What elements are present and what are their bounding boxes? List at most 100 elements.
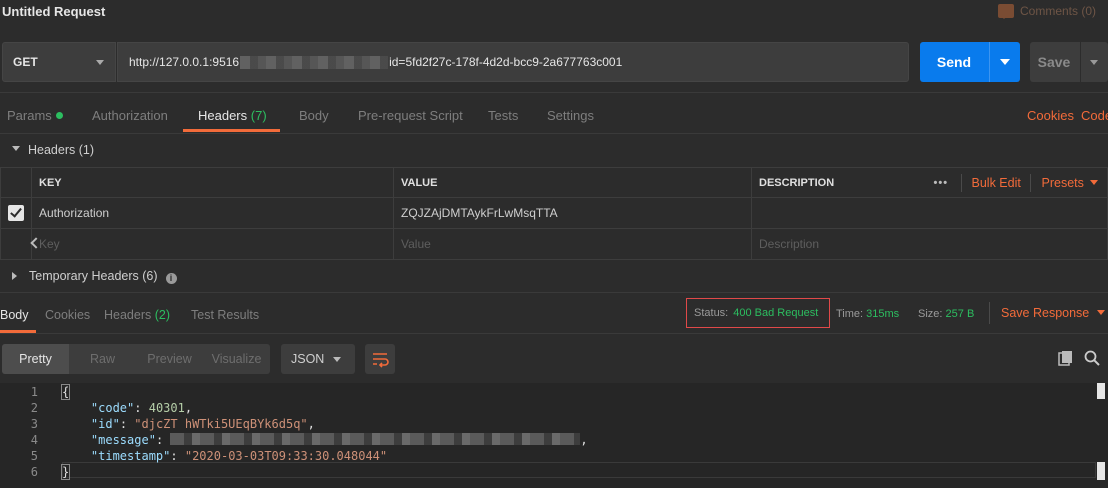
- tab-count: (7): [250, 108, 267, 123]
- language-label: JSON: [291, 352, 325, 366]
- chevron-down-icon: [333, 357, 341, 366]
- response-tab-cookies[interactable]: Cookies: [45, 308, 90, 322]
- tab-authorization[interactable]: Authorization: [92, 108, 168, 123]
- tab-settings[interactable]: Settings: [547, 108, 594, 123]
- caret-right-icon: [12, 272, 21, 280]
- mode-pretty[interactable]: Pretty: [2, 344, 69, 374]
- url-prefix: http://127.0.0.1:9516: [129, 55, 240, 69]
- response-body-editor[interactable]: 1 2 3 4 5 6 { "code": 40301, "id": "djcZ…: [0, 383, 1108, 488]
- active-tab-indicator: [183, 129, 280, 132]
- temporary-headers-toggle[interactable]: Temporary Headers (6) i: [12, 269, 177, 284]
- tab-pre-request-script[interactable]: Pre-request Script: [358, 108, 463, 123]
- new-description-input[interactable]: Description: [751, 228, 1108, 260]
- row-checkbox-cell: [0, 197, 32, 229]
- header-enabled-checkbox[interactable]: [8, 205, 24, 221]
- tab-label: Test Results: [191, 308, 260, 322]
- json-value: "djcZT hWTki5UEqBYk6d5q": [134, 417, 308, 431]
- response-tab-body[interactable]: Body: [0, 308, 29, 322]
- size-label: Size:: [918, 308, 943, 320]
- new-value-input[interactable]: Value: [393, 228, 752, 260]
- line-number: 1: [30, 385, 38, 399]
- scrollbar-thumb[interactable]: [1097, 462, 1105, 480]
- comment-icon: [997, 4, 1014, 19]
- tab-label: Tests: [488, 108, 519, 123]
- chevron-down-icon: [1097, 310, 1106, 319]
- wrap-lines-button[interactable]: [365, 344, 395, 374]
- json-key: "id": [90, 417, 120, 431]
- table-row-empty: Key Value Description: [0, 228, 1108, 260]
- comments-label: Comments (0): [1019, 4, 1096, 18]
- response-tab-test-results[interactable]: Test Results: [191, 308, 259, 322]
- json-value: 40301: [148, 401, 185, 415]
- save-response-dropdown[interactable]: Save Response: [1001, 306, 1106, 320]
- table-row: Authorization ZQJZAjDMTAykFrLwMsqTTA: [0, 197, 1108, 229]
- divider: [0, 133, 1108, 134]
- url-input[interactable]: http://127.0.0.1:9516 id=5fd2f27c-178f-4…: [117, 42, 909, 82]
- json-key: "timestamp": [90, 449, 171, 463]
- tab-label: Params: [7, 108, 52, 123]
- line-number: 4: [30, 433, 38, 447]
- response-size[interactable]: Size: 257 B: [918, 308, 974, 320]
- status-value[interactable]: 400 Bad Request: [733, 307, 818, 319]
- description-column-header: DESCRIPTION ••• Bulk Edit Presets: [751, 167, 1108, 198]
- line-number: 2: [30, 401, 38, 415]
- method-label: GET: [13, 55, 38, 69]
- tab-params[interactable]: Params: [7, 108, 63, 123]
- headers-section-toggle[interactable]: Headers (1): [12, 143, 94, 157]
- info-icon[interactable]: i: [165, 273, 177, 284]
- save-button[interactable]: Save: [1030, 42, 1078, 82]
- code-link[interactable]: Code: [1081, 108, 1108, 123]
- json-key: "code": [90, 401, 135, 415]
- response-tab-headers[interactable]: Headers (2): [104, 308, 170, 322]
- bulk-edit-button[interactable]: Bulk Edit: [972, 176, 1021, 190]
- cookies-link[interactable]: Cookies: [1027, 108, 1074, 123]
- presets-dropdown[interactable]: Presets: [1042, 176, 1099, 190]
- save-button-group: Save: [1030, 42, 1108, 82]
- request-title[interactable]: Untitled Request: [2, 4, 105, 19]
- line-number: 5: [30, 449, 38, 463]
- more-options-icon[interactable]: •••: [934, 177, 949, 189]
- copy-icon[interactable]: [1058, 350, 1074, 366]
- language-select[interactable]: JSON: [281, 344, 355, 374]
- headers-table: KEY VALUE DESCRIPTION ••• Bulk Edit Pres…: [0, 167, 1108, 260]
- value-column-header: VALUE: [393, 167, 752, 198]
- tab-body[interactable]: Body: [299, 108, 329, 123]
- header-value-cell[interactable]: ZQJZAjDMTAykFrLwMsqTTA: [393, 197, 752, 229]
- presets-label: Presets: [1041, 175, 1084, 190]
- new-key-input[interactable]: Key: [31, 228, 394, 260]
- save-options-chevron-icon[interactable]: [1090, 60, 1098, 69]
- temporary-headers-title: Temporary Headers (6): [29, 269, 158, 283]
- tab-count: (2): [154, 308, 171, 322]
- key-column-header: KEY: [31, 167, 394, 198]
- divider: [960, 173, 962, 192]
- send-button[interactable]: Send: [920, 42, 988, 82]
- send-button-group: Send: [920, 42, 1020, 82]
- comments-button[interactable]: Comments (0): [997, 4, 1096, 19]
- tab-headers[interactable]: Headers (7): [198, 108, 267, 123]
- redacted-message: [170, 433, 581, 445]
- wrap-icon: [373, 353, 389, 368]
- response-time[interactable]: Time: 315ms: [836, 308, 899, 320]
- scrollbar-thumb[interactable]: [1097, 383, 1105, 399]
- tab-label: Body: [0, 308, 29, 322]
- tab-label: Headers: [198, 108, 248, 123]
- line-number: 6: [30, 465, 38, 479]
- header-key-cell[interactable]: Authorization: [31, 197, 394, 229]
- json-value: "2020-03-03T09:33:30.048044": [184, 449, 388, 463]
- method-select[interactable]: GET: [2, 42, 116, 82]
- code-brace: }: [60, 464, 71, 480]
- caret-down-icon: [12, 146, 20, 155]
- search-icon[interactable]: [1084, 350, 1100, 366]
- size-value: 257 B: [945, 308, 975, 320]
- code-line: "id": "djcZT hWTki5UEqBYk6d5q",: [90, 417, 315, 431]
- mode-preview[interactable]: Preview: [136, 344, 203, 374]
- params-indicator-dot: [55, 112, 63, 119]
- mode-visualize[interactable]: Visualize: [203, 344, 270, 374]
- tab-tests[interactable]: Tests: [488, 108, 518, 123]
- send-options-chevron-icon[interactable]: [1000, 59, 1010, 70]
- mode-raw[interactable]: Raw: [69, 344, 136, 374]
- code-line: "code": 40301,: [90, 401, 193, 415]
- save-response-label: Save Response: [1001, 306, 1090, 320]
- header-description-cell[interactable]: [751, 197, 1108, 229]
- headers-section-title: Headers (1): [28, 143, 94, 157]
